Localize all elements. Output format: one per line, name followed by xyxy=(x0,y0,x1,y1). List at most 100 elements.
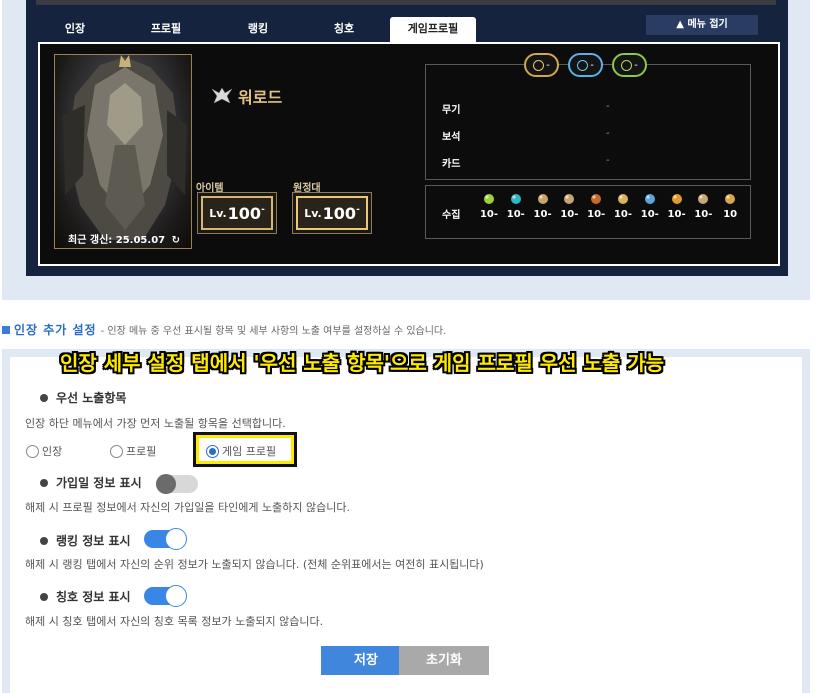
collection-item-value: 10- xyxy=(694,209,713,220)
ranking-heading-label: 랭킹 정보 표시 xyxy=(56,534,131,548)
gear-row-gem-label: 보석 xyxy=(442,132,461,143)
gear-row-card-value: - xyxy=(606,155,610,166)
bullet-icon xyxy=(40,393,48,402)
bullet-icon xyxy=(40,592,48,601)
collection-item[interactable]: 10- xyxy=(639,192,661,220)
elixir-slot-3: - xyxy=(612,53,647,77)
seal-widget-frame: 인장 프로필 랭킹 칭호 게임프로필 ▲ 메뉴 접기 최근 갱신: 25.05.… xyxy=(2,0,810,300)
radio-circle-icon[interactable] xyxy=(110,444,123,458)
priority-heading-label: 우선 노출항목 xyxy=(56,391,127,405)
title-info-heading: 칭호 정보 표시 xyxy=(40,588,131,605)
tab-title[interactable]: 칭호 xyxy=(308,17,380,40)
settings-panel xyxy=(10,357,802,693)
section-description: - 인장 메뉴 중 우선 표시될 항목 및 세부 사항의 노출 여부를 설정하실… xyxy=(100,326,447,337)
collection-item-icon xyxy=(643,192,657,206)
item-level-box: Lv. 100- xyxy=(197,192,277,234)
annotation-highlight-box xyxy=(193,432,297,467)
section-bullet-icon xyxy=(2,325,10,334)
collection-item[interactable]: 10- xyxy=(558,192,580,220)
collection-item-value: 10- xyxy=(560,209,579,220)
collection-item-icon xyxy=(482,192,496,206)
collection-item[interactable]: 10- xyxy=(666,192,688,220)
radio-circle-icon[interactable] xyxy=(26,444,39,458)
collection-item[interactable]: 10- xyxy=(585,192,607,220)
collection-item[interactable]: 10- xyxy=(692,192,714,220)
tab-profile[interactable]: 프로필 xyxy=(130,17,202,40)
elixir-icon xyxy=(533,59,545,71)
collection-item-icon xyxy=(589,192,603,206)
gear-row-card-label: 카드 xyxy=(442,159,461,170)
gear-row-weapon-label: 무기 xyxy=(442,105,461,116)
class-name-label: 워로드 xyxy=(238,88,283,107)
collection-item-value: 10- xyxy=(533,209,552,220)
class-name: 워로드 xyxy=(210,84,282,108)
collection-item[interactable]: 10 xyxy=(719,192,741,220)
tab-seal[interactable]: 인장 xyxy=(52,17,98,40)
collection-item-value: 10- xyxy=(667,209,686,220)
ranking-heading: 랭킹 정보 표시 xyxy=(40,532,131,549)
collection-item-icon xyxy=(616,192,630,206)
elixir-value-2: - xyxy=(590,59,594,71)
collection-item-icon xyxy=(509,192,523,206)
collection-item-icon xyxy=(536,192,550,206)
join-date-description: 해제 시 프로필 정보에서 자신의 가입일을 타인에게 노출하지 않습니다. xyxy=(25,501,350,514)
radio-option-profile-label: 프로필 xyxy=(126,445,157,458)
last-update-text: 최근 갱신: 25.05.07 ↻ xyxy=(55,231,191,246)
collection-item-icon xyxy=(670,192,684,206)
reset-button[interactable]: 초기화 xyxy=(399,646,489,675)
gear-row-weapon-value: - xyxy=(606,101,610,112)
elixir-icon xyxy=(577,59,589,71)
collection-item-value: 10- xyxy=(506,209,525,220)
toggle-knob xyxy=(165,585,187,607)
elixir-slot-1: - xyxy=(524,53,559,77)
expedition-level-prefix: Lv. xyxy=(304,206,322,220)
radio-option-profile[interactable]: 프로필 xyxy=(110,443,156,459)
collection-panel: 수집 10- 10- 10- 10- 10- 10- 10- 10- 10- 10 xyxy=(425,185,751,239)
section-header: 인장 추가 설정 - 인장 메뉴 중 우선 표시될 항목 및 세부 사항의 노출… xyxy=(2,321,446,338)
collection-item[interactable]: 10- xyxy=(612,192,634,220)
collection-item-value: 10 xyxy=(723,209,738,220)
priority-description: 인장 하단 메뉴에서 가장 먼저 노출될 항목을 선택합니다. xyxy=(25,417,286,430)
collection-item-value: 10- xyxy=(479,209,499,220)
toggle-knob xyxy=(156,474,176,494)
elixir-slot-2: - xyxy=(568,53,603,77)
collapse-menu-button[interactable]: ▲ 메뉴 접기 xyxy=(646,15,758,35)
toggle-knob xyxy=(165,528,187,550)
save-button[interactable]: 저장 xyxy=(321,646,411,675)
banner-image-strip xyxy=(36,0,776,5)
join-date-heading-label: 가입일 정보 표시 xyxy=(56,476,142,490)
title-info-heading-label: 칭호 정보 표시 xyxy=(56,590,131,604)
collection-item[interactable]: 10- xyxy=(532,192,554,220)
collection-item-icon xyxy=(696,192,710,206)
expedition-level-value: 100 xyxy=(322,203,357,223)
tab-game-profile[interactable]: 게임프로필 xyxy=(390,17,476,42)
item-level-prefix: Lv. xyxy=(209,206,227,220)
gear-row-gem-value: - xyxy=(606,128,610,139)
collection-item-icon xyxy=(723,192,737,206)
game-profile-card: 최근 갱신: 25.05.07 ↻ 워로드 아이템 Lv. 100- 원정대 Lv… xyxy=(38,42,780,266)
ranking-description: 해제 시 랭킹 탭에서 자신의 순위 정보가 노출되지 않습니다. (전체 순위… xyxy=(25,558,484,571)
warlord-figure-icon xyxy=(63,55,187,240)
section-title: 인장 추가 설정 xyxy=(14,323,97,337)
bullet-icon xyxy=(40,478,48,487)
collection-item-value: 10- xyxy=(587,209,606,220)
elixir-value-3: - xyxy=(634,59,638,71)
radio-option-seal-label: 인장 xyxy=(42,445,63,458)
refresh-icon[interactable]: ↻ xyxy=(172,235,180,246)
seal-widget: 인장 프로필 랭킹 칭호 게임프로필 ▲ 메뉴 접기 최근 갱신: 25.05.… xyxy=(26,0,788,276)
collection-item-value: 10- xyxy=(613,209,633,220)
join-date-heading: 가입일 정보 표시 xyxy=(40,474,142,491)
expedition-level-box: Lv. 100- xyxy=(292,192,372,234)
last-update-label: 최근 갱신: 25.05.07 xyxy=(68,235,166,246)
join-date-toggle[interactable] xyxy=(156,474,198,494)
elixir-icon xyxy=(621,59,633,71)
radio-option-seal[interactable]: 인장 xyxy=(26,443,62,459)
ranking-toggle[interactable] xyxy=(144,528,187,550)
collection-label: 수집 xyxy=(442,210,461,221)
collection-item[interactable]: 10- xyxy=(478,192,500,220)
collection-item[interactable]: 10- xyxy=(505,192,527,220)
tab-ranking[interactable]: 랭킹 xyxy=(222,17,294,40)
title-info-toggle[interactable] xyxy=(144,585,187,607)
character-portrait: 최근 갱신: 25.05.07 ↻ xyxy=(54,54,192,249)
class-emblem-icon xyxy=(211,87,233,104)
